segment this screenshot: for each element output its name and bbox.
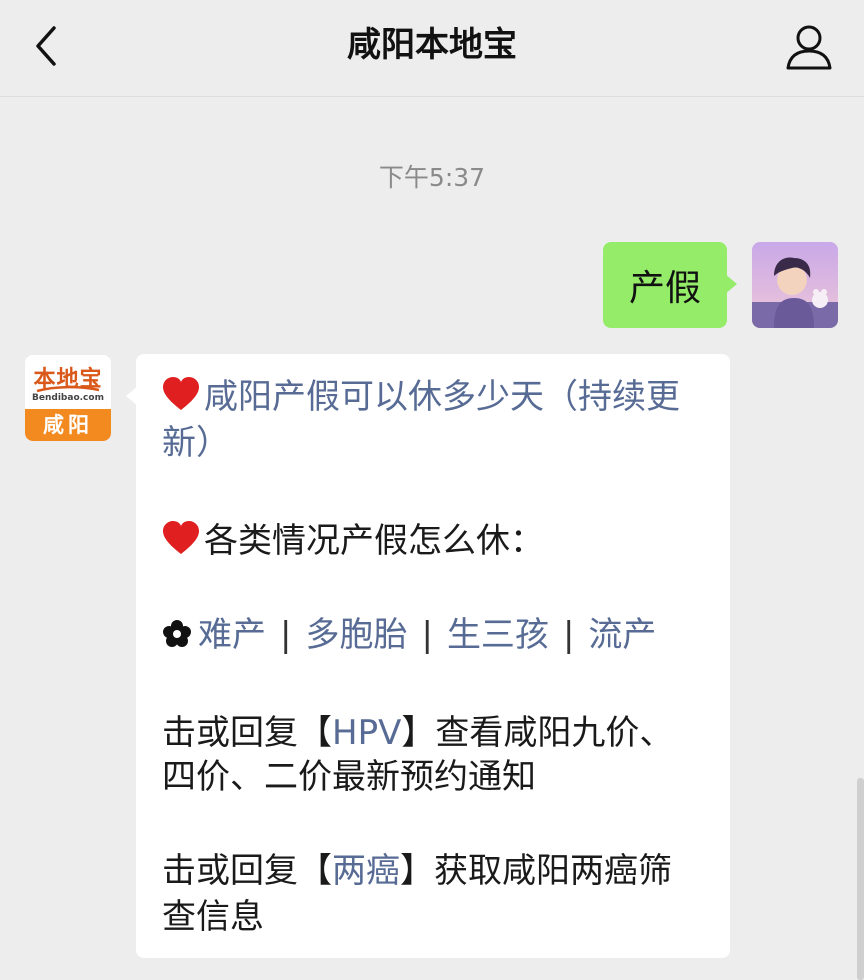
separator: | [562,615,575,655]
message-timestamp: 下午5:37 [378,163,486,192]
hpv-suffix: 】查看咸阳九价、 [401,713,674,753]
heart-icon [163,521,199,554]
user-avatar-image [752,242,838,328]
scrollbar[interactable] [857,778,864,980]
user-avatar[interactable] [752,242,838,328]
section-heading: 各类情况产假怎么休： [204,521,544,561]
separator: | [421,615,433,655]
link-hpv[interactable]: HPV [332,713,401,753]
hpv-prefix: 击或回复【 [162,713,332,753]
link-multiple-births[interactable]: 多胞胎 [305,615,407,655]
message-line: 击或回复【HPV】查看咸阳九价、 [162,712,673,754]
message-line: 新） [162,422,230,464]
message-line: 各类情况产假怎么休： [162,520,544,562]
received-message-bubble: 咸阳产假可以休多少天（持续更 新） 各类情况产假怎么休： 难产 | 多胞胎 | 生三孩 |… [126,354,730,958]
flower-icon [163,620,191,647]
chat-title: 咸阳本地宝 [347,25,517,65]
sent-message-bubble[interactable]: 产假 [603,242,737,328]
link-row: 难产 | 多胞胎 | 生三孩 | 流产 [162,614,656,656]
message-line: 咸阳产假可以休多少天（持续更 [162,376,680,418]
cancer-suffix: 】获取咸阳两癌筛 [400,851,672,891]
article-link-maternity-leave-cont[interactable]: 新） [162,423,230,463]
separator: | [280,615,292,655]
bot-avatar-logo: 本地宝 Bendibao.com [25,355,111,409]
article-link-maternity-leave[interactable]: 咸阳产假可以休多少天（持续更 [204,377,680,417]
cancer-prefix: 击或回复【 [162,851,332,891]
bot-avatar[interactable]: 本地宝 Bendibao.com 咸阳 [25,355,111,441]
logo-city: 咸阳 [25,409,111,441]
link-difficult-labor[interactable]: 难产 [198,615,266,655]
message-line: 击或回复【两癌】获取咸阳两癌筛 [162,850,672,892]
person-icon[interactable] [782,20,836,74]
link-two-cancers[interactable]: 两癌 [332,851,400,891]
logo-subtext: Bendibao.com [32,393,104,403]
hpv-line2: 四价、二价最新预约通知 [162,757,536,797]
link-miscarriage[interactable]: 流产 [588,615,656,655]
cancer-line2: 查信息 [162,897,264,937]
message-line: 四价、二价最新预约通知 [162,756,536,798]
chat-header: 咸阳本地宝 [0,0,864,97]
link-third-child[interactable]: 生三孩 [447,615,549,655]
heart-icon [163,377,199,410]
message-line: 查信息 [162,896,264,938]
sent-message-text: 产假 [628,268,701,309]
